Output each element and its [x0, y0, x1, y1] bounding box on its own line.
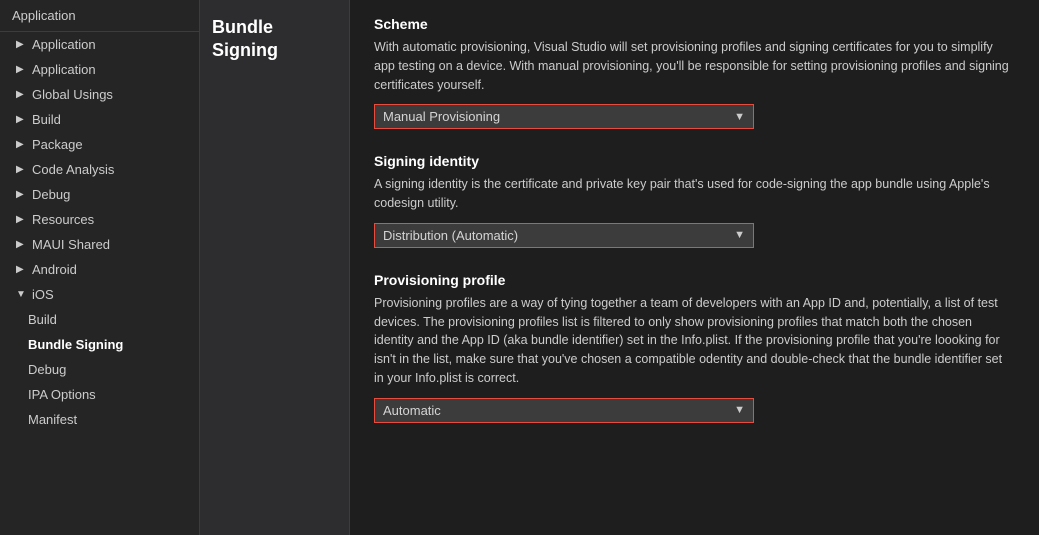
- profile-section: Provisioning profile Provisioning profil…: [374, 272, 1015, 423]
- sidebar-item-maui-shared[interactable]: ▶ MAUI Shared: [0, 232, 199, 257]
- sidebar-item-ios[interactable]: ▼ iOS: [0, 282, 199, 307]
- sidebar-item-application1[interactable]: ▶ Application: [0, 32, 199, 57]
- profile-desc: Provisioning profiles are a way of tying…: [374, 294, 1015, 388]
- sidebar-item-build[interactable]: ▶ Build: [0, 107, 199, 132]
- signing-section: Signing identity A signing identity is t…: [374, 153, 1015, 248]
- chevron-right-icon: ▶: [16, 189, 28, 200]
- chevron-down-icon: ▼: [16, 289, 28, 300]
- sidebar-item-debug[interactable]: ▶ Debug: [0, 182, 199, 207]
- sidebar-item-resources[interactable]: ▶ Resources: [0, 207, 199, 232]
- sidebar-item-ios-build[interactable]: Build: [0, 307, 199, 332]
- main-content: Scheme With automatic provisioning, Visu…: [350, 0, 1039, 535]
- profile-dropdown[interactable]: Automatic Manual: [375, 399, 726, 422]
- chevron-right-icon: ▶: [16, 64, 28, 75]
- sidebar-item-ipa-options[interactable]: IPA Options: [0, 382, 199, 407]
- chevron-down-icon: ▼: [726, 107, 753, 127]
- signing-title: Signing identity: [374, 153, 1015, 169]
- profile-title: Provisioning profile: [374, 272, 1015, 288]
- sidebar-item-manifest[interactable]: Manifest: [0, 407, 199, 432]
- signing-desc: A signing identity is the certificate an…: [374, 175, 1015, 213]
- chevron-down-icon: ▼: [726, 225, 753, 245]
- chevron-right-icon: ▶: [16, 164, 28, 175]
- chevron-right-icon: ▶: [16, 139, 28, 150]
- middle-panel: Bundle Signing: [200, 0, 350, 535]
- scheme-dropdown-wrapper[interactable]: Manual Provisioning Automatic Provisioni…: [374, 104, 754, 129]
- chevron-right-icon: ▶: [16, 214, 28, 225]
- scheme-dropdown[interactable]: Manual Provisioning Automatic Provisioni…: [375, 105, 726, 128]
- signing-dropdown[interactable]: Distribution (Automatic) Development (Au…: [375, 224, 726, 247]
- chevron-right-icon: ▶: [16, 264, 28, 275]
- sidebar-item-ios-debug[interactable]: Debug: [0, 357, 199, 382]
- sidebar-title: Application: [0, 0, 199, 32]
- sidebar-item-package[interactable]: ▶ Package: [0, 132, 199, 157]
- chevron-right-icon: ▶: [16, 239, 28, 250]
- signing-dropdown-wrapper[interactable]: Distribution (Automatic) Development (Au…: [374, 223, 754, 248]
- middle-panel-title: Bundle Signing: [212, 16, 337, 63]
- chevron-right-icon: ▶: [16, 114, 28, 125]
- profile-dropdown-wrapper[interactable]: Automatic Manual ▼: [374, 398, 754, 423]
- sidebar-item-code-analysis[interactable]: ▶ Code Analysis: [0, 157, 199, 182]
- sidebar-item-android[interactable]: ▶ Android: [0, 257, 199, 282]
- sidebar: Application ▶ Application ▶ Application …: [0, 0, 200, 535]
- chevron-down-icon: ▼: [726, 400, 753, 420]
- scheme-desc: With automatic provisioning, Visual Stud…: [374, 38, 1015, 94]
- sidebar-item-global-usings[interactable]: ▶ Global Usings: [0, 82, 199, 107]
- scheme-title: Scheme: [374, 16, 1015, 32]
- scheme-section: Scheme With automatic provisioning, Visu…: [374, 16, 1015, 129]
- chevron-right-icon: ▶: [16, 39, 28, 50]
- sidebar-item-application2[interactable]: ▶ Application: [0, 57, 199, 82]
- sidebar-item-bundle-signing[interactable]: Bundle Signing: [0, 332, 199, 357]
- chevron-right-icon: ▶: [16, 89, 28, 100]
